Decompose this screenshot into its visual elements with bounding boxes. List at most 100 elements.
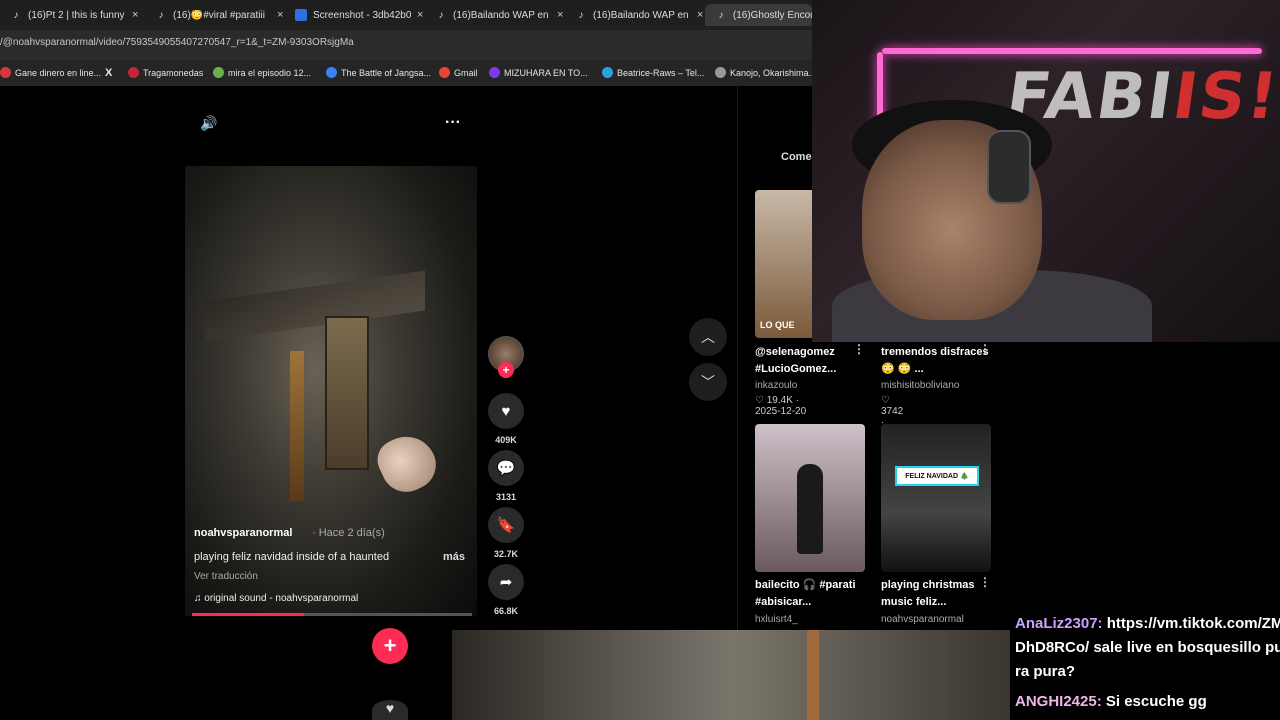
suggested-video-title[interactable]: bailecito 🎧 #parati #abisicar... [755,577,867,611]
chat-text: Si escuche gg [1101,693,1207,710]
bookmark-item[interactable]: Tragamonedas [128,67,203,78]
more-options-icon[interactable]: ⋮ [979,342,991,356]
tab-bar: ♪ (16)Pt 2 | this is funny × ♪ (16)😳#vir… [0,0,812,30]
bookmark-item[interactable]: mira el episodio 12... [213,67,311,78]
video-time-ago: · Hace 2 día(s) [312,527,385,539]
suggested-video-thumbnail[interactable]: FELIZ NAVIDAD 🎄 [881,424,991,572]
video-date: 2025-12-20 [755,406,807,417]
tiktok-icon: ♪ [13,9,19,21]
bookmark-label: Gane dinero en line... [15,67,102,78]
video-scene-ceiling [205,270,425,342]
translate-link[interactable]: Ver traducción [194,571,258,582]
panel-divider [737,86,738,630]
bookmark-item[interactable]: Beatrice-Raws – Tel... [602,67,704,78]
like-count: 409K [495,435,517,445]
more-options-icon[interactable]: ··· [442,114,464,132]
bookmark-label: Gmail [454,67,478,78]
url-text[interactable]: /@noahvsparanormal/video/759354905540727… [0,37,354,48]
logo-accent: IS! [1168,60,1280,134]
suggested-video-author[interactable]: mishisitoboliviano [881,380,959,391]
bookmark-icon [213,67,224,78]
bookmark-icon: 🔖 [496,517,516,534]
suggested-video-title[interactable]: playing christmas music feliz... [881,577,993,611]
suggested-video-author[interactable]: inkazoulo [755,380,797,391]
tab-title: (16)😳#viral #paratiii [173,9,265,21]
close-icon[interactable]: × [697,9,703,21]
heart-icon: ♡ [881,395,890,406]
tab-title: (16)Ghostly Encou [732,9,812,21]
follow-plus-icon[interactable]: + [372,628,408,664]
heart-icon[interactable]: ♥ [372,700,408,720]
browser-tab[interactable]: ♪ (16)Bailando WAP en × [565,4,705,26]
tab-comments[interactable]: Come [781,151,812,163]
video-scene-door [325,316,369,470]
tiktok-icon: ♪ [438,9,444,21]
tab-title: Screenshot - 3db42b0 [313,9,412,21]
more-button[interactable]: más [443,551,465,563]
previous-video-button[interactable]: ︿ [689,318,727,356]
suggested-video-thumbnail[interactable] [755,424,865,572]
preview-pillar [807,630,819,720]
more-options-icon[interactable]: ⋮ [979,575,991,589]
follow-plus-icon[interactable]: + [498,362,514,378]
comment-button[interactable]: 💬 [488,450,524,486]
video-progress-bar[interactable] [192,613,472,616]
gmail-icon [439,67,450,78]
video-player[interactable] [185,166,477,616]
bookmark-item[interactable]: MIZUHARA EN TO... [489,67,588,78]
comment-icon: 💬 [496,460,516,477]
bookmark-label: MIZUHARA EN TO... [504,67,588,78]
next-video-button[interactable]: ﹀ [689,363,727,401]
browser-tab-active[interactable]: ♪ (16)Ghostly Encou [705,4,812,26]
close-icon[interactable]: × [417,9,423,21]
video-progress-fill [192,613,304,616]
browser-tab[interactable]: Screenshot - 3db42b0 × [285,4,425,26]
thumbnail-label: LO QUE [760,320,795,330]
bookmark-item[interactable]: X [105,67,112,79]
bookmark-label: mira el episodio 12... [228,67,312,78]
chevron-up-icon: ︿ [701,329,715,345]
share-count: 66.8K [493,606,519,616]
suggested-video-title[interactable]: @selenagomez #LucioGomez... [755,344,867,378]
address-bar[interactable]: /@noahvsparanormal/video/759354905540727… [0,30,812,60]
close-icon[interactable]: × [277,9,283,21]
browser-tab[interactable]: ♪ (16)Bailando WAP en × [425,4,565,26]
chat-overlay: AnaLiz2307: https://vm.tiktok.com/ZMDhD8… [1010,608,1280,720]
close-icon[interactable]: × [132,9,138,21]
like-count: 19.4K [766,395,793,406]
thumbnail-figure [797,464,823,554]
suggested-video-author[interactable]: hxluisrt4_ [755,614,798,625]
heart-icon: ♥ [501,402,511,420]
bookmark-item[interactable]: Gane dinero en line... [0,67,101,78]
bookmark-label: The Battle of Jangsa... [341,67,432,78]
chat-message: AnaLiz2307: https://vm.tiktok.com/ZMDhD8… [1015,612,1280,684]
thumbnail-label: FELIZ NAVIDAD 🎄 [895,466,979,486]
close-icon[interactable]: × [557,9,563,21]
browser-tab[interactable]: ♪ (16)Pt 2 | this is funny × [0,4,145,26]
bookmark-icon [489,67,500,78]
tiktok-icon: ♪ [718,9,724,21]
tab-title: (16)Bailando WAP en [593,9,689,21]
speaker-icon[interactable]: 🔊 [200,114,218,132]
bookmark-item[interactable]: Kanojo, Okarishima... [715,67,816,78]
browser-tab[interactable]: ♪ (16)😳#viral #paratiii × [145,4,285,26]
bookmark-item[interactable]: The Battle of Jangsa... [326,67,431,78]
bookmark-icon [326,67,337,78]
chevron-down-icon: ﹀ [701,374,715,390]
suggested-video-title[interactable]: tremendos disfraces 😳 😳 ... [881,344,993,378]
comment-count: 3131 [495,492,517,502]
like-count: 3742 [881,406,904,417]
share-button[interactable]: ➦ [488,564,524,600]
bookmark-icon [128,67,139,78]
video-scene-frame [290,351,304,501]
headphones-icon [987,130,1031,204]
bookmark-label: Tragamonedas [143,67,204,78]
suggested-video-author[interactable]: noahvsparanormal [881,614,964,625]
bookmark-label: Beatrice-Raws – Tel... [617,67,705,78]
more-options-icon[interactable]: ⋮ [853,342,865,356]
sound-link[interactable]: ♫ original sound - noahvsparanormal [194,593,358,604]
save-button[interactable]: 🔖 [488,507,524,543]
like-button[interactable]: ♥ [488,393,524,429]
video-username[interactable]: noahvsparanormal [194,527,292,539]
bookmark-item[interactable]: Gmail [439,67,478,78]
